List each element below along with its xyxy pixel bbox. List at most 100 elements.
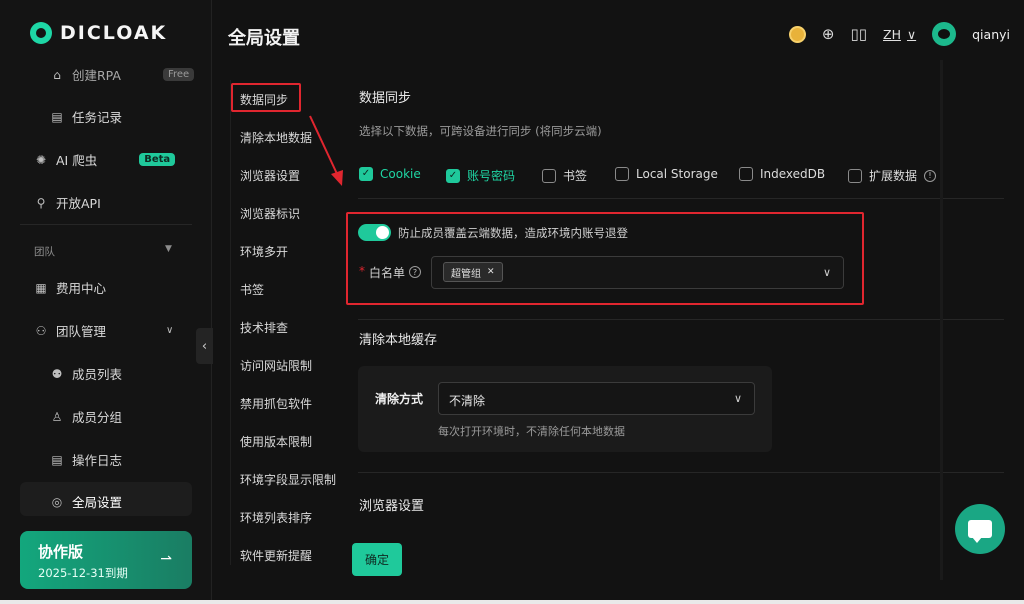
logo-icon xyxy=(30,22,52,44)
required-mark: * xyxy=(359,264,365,278)
whitelist-label: 白名单 xyxy=(369,266,406,280)
checkbox-box xyxy=(848,168,862,183)
sync-section-desc: 选择以下数据，可跨设备进行同步 (将同步云端) xyxy=(359,124,602,138)
checkbox-box xyxy=(739,167,753,181)
free-badge: Free xyxy=(162,68,195,81)
checkbox-local-storage[interactable]: Local Storage xyxy=(615,167,718,181)
sidebar-item-billing[interactable]: ▦ 费用中心 xyxy=(34,278,106,297)
beta-badge: Beta xyxy=(139,153,176,166)
users-icon: ⚇ xyxy=(35,323,47,338)
group-icon: ♙ xyxy=(51,409,63,424)
sidebar: DICLOAK ⌂ 创建RPA Free ▤ 任务记录 ✺ AI 爬虫 Beta… xyxy=(0,0,212,604)
checkbox-indexeddb[interactable]: IndexedDB xyxy=(739,167,825,181)
subnav-divider xyxy=(230,80,231,565)
scrollbar[interactable] xyxy=(940,60,943,580)
clear-section-title: 清除本地缓存 xyxy=(359,333,438,348)
brand-logo[interactable]: DICLOAK xyxy=(30,22,167,44)
window-bottom-edge xyxy=(0,600,1024,604)
subnav-item-bookmarks[interactable]: 书签 xyxy=(240,281,264,298)
log-icon: ▤ xyxy=(51,452,63,467)
confirm-button[interactable]: 确定 xyxy=(352,543,402,576)
subnav-item-field-display[interactable]: 环境字段显示限制 xyxy=(240,471,336,488)
subnav-item-version-restriction[interactable]: 使用版本限制 xyxy=(240,433,312,450)
clear-method-hint: 每次打开环境时，不清除任何本地数据 xyxy=(438,425,625,438)
sidebar-divider xyxy=(20,224,192,225)
subnav-item-browser-fingerprint[interactable]: 浏览器标识 xyxy=(240,205,300,222)
section-divider xyxy=(358,472,1004,473)
annotation-arrow xyxy=(309,115,343,186)
home-icon: ⌂ xyxy=(53,67,61,82)
info-icon[interactable]: ! xyxy=(924,169,937,182)
subnav-item-site-restriction[interactable]: 访问网站限制 xyxy=(240,357,312,374)
chevron-down-icon: ∨ xyxy=(733,391,742,405)
coin-icon[interactable] xyxy=(788,25,806,43)
whitelist-select[interactable]: 超管组 ✕ ∨ xyxy=(431,256,844,289)
username[interactable]: qianyi xyxy=(972,27,1010,42)
language-selector[interactable]: ZH ∨ xyxy=(883,27,916,42)
checkbox-box xyxy=(615,167,629,181)
page-title: 全局设置 xyxy=(228,28,300,49)
clear-method-value: 不清除 xyxy=(449,394,486,408)
sidebar-item-open-api[interactable]: ⚲ 开放API xyxy=(34,193,101,212)
chevron-down-icon: ∨ xyxy=(822,265,831,279)
subnav-item-browser-settings[interactable]: 浏览器设置 xyxy=(240,167,300,184)
plan-title: 协作版 xyxy=(38,543,84,561)
toggle-label: 防止成员覆盖云端数据，造成环境内账号退登 xyxy=(398,226,628,240)
clear-method-panel: 清除方式 不清除 ∨ 每次打开环境时，不清除任何本地数据 xyxy=(358,366,772,452)
sidebar-item-operation-log[interactable]: ▤ 操作日志 xyxy=(50,450,122,469)
document-icon: ▤ xyxy=(51,109,63,124)
close-icon[interactable]: ✕ xyxy=(487,267,495,277)
subnav-item-disable-sniffer[interactable]: 禁用抓包软件 xyxy=(240,395,312,412)
plug-icon: ⚲ xyxy=(36,195,46,210)
checkbox-bookmarks[interactable]: 书签 xyxy=(542,167,587,184)
brand-name: DICLOAK xyxy=(60,22,168,44)
chat-support-button[interactable] xyxy=(955,504,1005,554)
team-section-label: 团队 xyxy=(34,246,55,258)
plan-expiry: 2025-12-31到期 xyxy=(38,566,128,580)
receipt-icon: ▦ xyxy=(35,280,47,295)
chevron-left-icon: ‹ xyxy=(201,338,208,354)
section-divider xyxy=(358,198,1004,199)
clear-method-label: 清除方式 xyxy=(375,392,424,406)
checkbox-extension-data[interactable]: 扩展数据 ! xyxy=(848,167,937,184)
whitelist-tag: 超管组 ✕ xyxy=(443,262,503,282)
subnav-item-update-reminder[interactable]: 软件更新提醒 xyxy=(240,547,312,564)
checkbox-account-password[interactable]: ✓ 账号密码 xyxy=(446,167,515,184)
subnav-item-troubleshooting[interactable]: 技术排查 xyxy=(240,319,288,336)
settings-icon: ◎ xyxy=(51,494,63,509)
section-divider xyxy=(358,319,1004,320)
sidebar-item-team-management[interactable]: ⚇ 团队管理 ∨ xyxy=(34,321,174,340)
browser-section-title: 浏览器设置 xyxy=(359,499,425,514)
sidebar-item-member-list[interactable]: ⚉ 成员列表 xyxy=(50,364,122,383)
chat-icon xyxy=(968,520,992,543)
subnav-item-multi-open[interactable]: 环境多开 xyxy=(240,243,288,260)
subnav-item-list-sort[interactable]: 环境列表排序 xyxy=(240,509,312,526)
clear-method-select[interactable]: 不清除 ∨ xyxy=(438,382,755,415)
highlight-box-subnav xyxy=(231,83,301,112)
book-icon[interactable]: ▯▯ xyxy=(850,25,867,43)
collapse-sidebar-button[interactable]: ‹ xyxy=(196,328,213,364)
caret-down-icon[interactable]: ▼ xyxy=(165,244,172,254)
checkbox-cookie[interactable]: ✓ Cookie xyxy=(359,167,421,181)
header-actions: ⊕ ▯▯ ZH ∨ qianyi xyxy=(788,22,1010,46)
chevron-down-icon: ∨ xyxy=(906,26,917,42)
bug-icon: ✺ xyxy=(35,152,47,167)
sidebar-item-member-groups[interactable]: ♙ 成员分组 xyxy=(50,407,122,426)
upload-icon[interactable]: ⊕ xyxy=(822,25,835,43)
check-icon: ✓ xyxy=(359,167,373,181)
subnav-item-clear-local-data[interactable]: 清除本地数据 xyxy=(240,129,312,146)
arrow-icon: ⇀ xyxy=(160,551,172,567)
help-icon[interactable]: ? xyxy=(409,266,421,278)
user-list-icon: ⚉ xyxy=(51,366,63,381)
check-icon: ✓ xyxy=(446,168,460,183)
sync-section-title: 数据同步 xyxy=(359,91,412,106)
sidebar-item-create-rpa[interactable]: ⌂ 创建RPA Free xyxy=(50,65,195,84)
prevent-overwrite-toggle[interactable] xyxy=(358,224,391,241)
sidebar-item-task-records[interactable]: ▤ 任务记录 xyxy=(50,107,122,126)
chevron-down-icon: ∨ xyxy=(166,325,174,336)
plan-card[interactable]: 协作版 2025-12-31到期 ⇀ xyxy=(20,531,192,589)
avatar[interactable] xyxy=(932,22,957,46)
sidebar-item-global-settings[interactable]: ◎ 全局设置 xyxy=(50,492,122,511)
checkbox-box xyxy=(542,168,556,183)
sidebar-item-ai-crawler[interactable]: ✺ AI 爬虫 Beta xyxy=(34,150,176,169)
